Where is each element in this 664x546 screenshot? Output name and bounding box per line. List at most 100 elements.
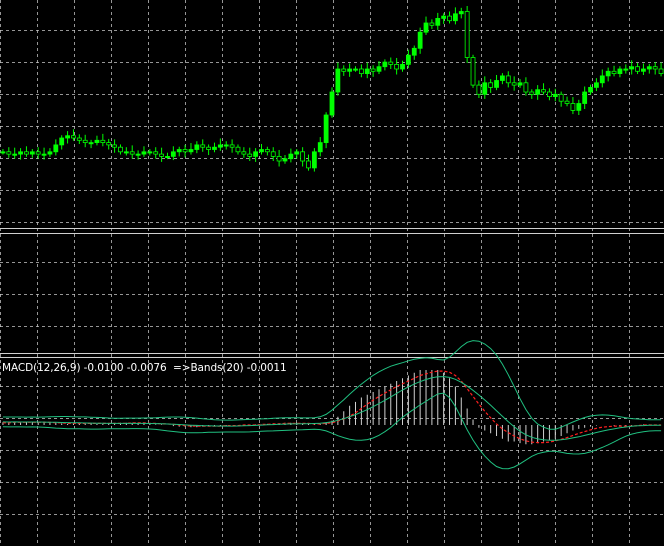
candle-body xyxy=(323,114,329,144)
candle-body xyxy=(212,146,217,150)
candle-body xyxy=(435,17,441,26)
candle-body xyxy=(547,91,552,97)
candle-body xyxy=(147,151,153,154)
candle-body xyxy=(311,151,317,169)
candle-body xyxy=(341,68,347,72)
candle-body xyxy=(423,22,429,33)
candle-body xyxy=(176,149,182,153)
candle-body xyxy=(470,57,476,86)
candle-body xyxy=(458,11,464,15)
candle-body xyxy=(88,142,94,145)
candle-body xyxy=(159,153,164,157)
candle-body xyxy=(646,66,652,70)
candle-body xyxy=(500,75,505,81)
candle-body xyxy=(300,151,306,162)
candle-body xyxy=(400,64,405,70)
candle-body xyxy=(259,149,264,153)
candle-body xyxy=(53,144,59,153)
candle-body xyxy=(106,142,112,146)
candle-body xyxy=(353,68,358,71)
candle-body xyxy=(206,146,212,150)
candle-body xyxy=(582,91,588,104)
candle-body xyxy=(629,66,635,70)
candle-body xyxy=(229,144,235,148)
candle-body xyxy=(71,135,76,139)
candle-body xyxy=(41,153,47,156)
candle-body xyxy=(270,151,276,157)
candle-body xyxy=(588,87,593,93)
candle-body xyxy=(417,31,423,49)
candle-body xyxy=(24,151,29,155)
candle-body xyxy=(247,153,253,157)
candle-body xyxy=(235,146,241,153)
candle-body xyxy=(388,61,394,65)
candle-body xyxy=(76,137,82,141)
candle-body xyxy=(552,93,558,98)
candle-body xyxy=(523,82,529,93)
candle-body xyxy=(306,160,311,169)
candle-body xyxy=(347,68,353,72)
candle-body xyxy=(429,22,435,26)
candle-body xyxy=(253,151,259,157)
candle-body xyxy=(452,13,458,22)
candle-body xyxy=(358,68,364,74)
candle-body xyxy=(335,68,341,93)
candle-body xyxy=(576,103,582,111)
candle-body xyxy=(505,75,511,84)
candle-body xyxy=(112,144,117,148)
candle-body xyxy=(35,151,41,155)
candle-body xyxy=(141,151,147,155)
candle-body xyxy=(376,66,382,72)
candle-body xyxy=(170,151,176,157)
candle-body xyxy=(511,82,517,86)
candle-body xyxy=(65,135,70,139)
candle-body xyxy=(494,80,499,88)
candle-body xyxy=(623,68,629,71)
candle-body xyxy=(529,91,535,95)
candle-body xyxy=(570,103,576,111)
candle-body xyxy=(605,70,611,77)
candle-body xyxy=(6,151,12,155)
candle-body xyxy=(288,153,294,160)
candle-body xyxy=(182,149,188,153)
candle-body xyxy=(476,84,482,95)
candle-body xyxy=(441,15,447,19)
candle-body xyxy=(599,75,605,84)
candle-body xyxy=(641,68,646,72)
candle-body xyxy=(535,89,541,95)
candle-body xyxy=(594,82,599,88)
candle-body xyxy=(329,91,335,116)
candle-body xyxy=(652,66,658,70)
candle-body xyxy=(405,54,411,65)
candle-body xyxy=(382,61,388,68)
candle-body xyxy=(29,151,35,155)
candle-body xyxy=(370,68,376,72)
candle-body xyxy=(411,47,417,56)
candle-body xyxy=(135,153,141,156)
candle-body xyxy=(194,144,200,150)
candle-body xyxy=(18,151,23,155)
candle-body xyxy=(482,82,488,95)
candle-body xyxy=(611,70,617,75)
candle-body xyxy=(59,137,65,146)
candle-body xyxy=(364,68,370,74)
candle-body xyxy=(94,139,100,144)
candle-body xyxy=(276,155,282,162)
candle-body xyxy=(264,149,270,153)
candle-body xyxy=(129,151,135,155)
candle-body xyxy=(0,151,6,154)
candle-body xyxy=(217,144,223,148)
candle-body xyxy=(118,146,123,153)
candle-body xyxy=(294,151,300,155)
chart-background xyxy=(0,0,664,546)
candle-body xyxy=(517,82,523,86)
candle-body xyxy=(464,11,470,58)
candle-body xyxy=(165,155,170,158)
candle-body xyxy=(317,142,323,153)
macd-indicator-label: MACD(12,26,9) -0.0100 -0.0076 =>Bands(20… xyxy=(2,362,287,374)
chart-terminal[interactable] xyxy=(0,0,664,546)
candle-body xyxy=(241,151,247,155)
candle-body xyxy=(658,68,664,74)
candle-body xyxy=(200,144,206,148)
candle-body xyxy=(188,149,194,153)
